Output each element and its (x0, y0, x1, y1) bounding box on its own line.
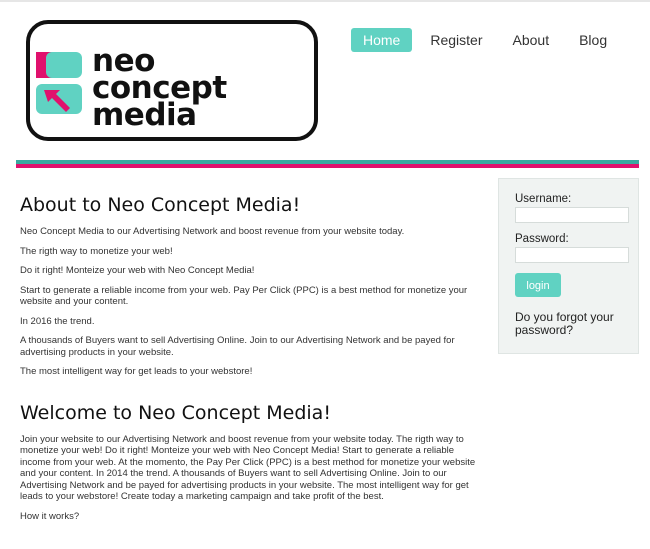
nav-home[interactable]: Home (351, 28, 413, 52)
about-paragraph: In 2016 the trend. (20, 315, 95, 327)
about-paragraph: Start to generate a reliable income from… (20, 284, 468, 308)
password-input[interactable] (515, 247, 629, 263)
site-logo[interactable]: neo concept media (26, 20, 318, 141)
logo-mark-icon (36, 52, 82, 114)
about-paragraph: Do it right! Monteize your web with Neo … (20, 265, 255, 276)
logo-line-media: media (92, 97, 197, 133)
nav-blog[interactable]: Blog (567, 28, 619, 52)
username-label: Username: (515, 193, 572, 205)
nav-register[interactable]: Register (418, 28, 494, 52)
about-paragraph: The rigth way to monetize your web! (20, 245, 173, 257)
about-paragraph: A thousands of Buyers want to sell Adver… (20, 335, 455, 358)
about-paragraph: Neo Concept Media to our Advertising Net… (20, 226, 405, 237)
welcome-title: Welcome to Neo Concept Media! (20, 401, 331, 424)
login-button[interactable]: login (515, 273, 561, 297)
about-title: About to Neo Concept Media! (20, 194, 301, 216)
logo-wordmark: neo concept media (92, 46, 227, 133)
main-nav: Home Register About Blog (351, 27, 625, 53)
how-it-works-text: How it works? (20, 510, 80, 522)
nav-about[interactable]: About (501, 28, 562, 52)
header-stripe-pink (16, 164, 639, 168)
welcome-body: Join your website to our Advertising Net… (20, 433, 476, 503)
password-label: Password: (515, 233, 569, 245)
about-paragraph: The most intelligent way for get leads t… (20, 366, 253, 377)
top-border (0, 0, 650, 2)
main-content: About to Neo Concept Media! Neo Concept … (20, 194, 482, 530)
username-input[interactable] (515, 207, 629, 223)
forgot-password-link[interactable]: Do you forgot your password? (515, 311, 622, 337)
login-panel: Username: Password: login Do you forgot … (498, 178, 639, 354)
